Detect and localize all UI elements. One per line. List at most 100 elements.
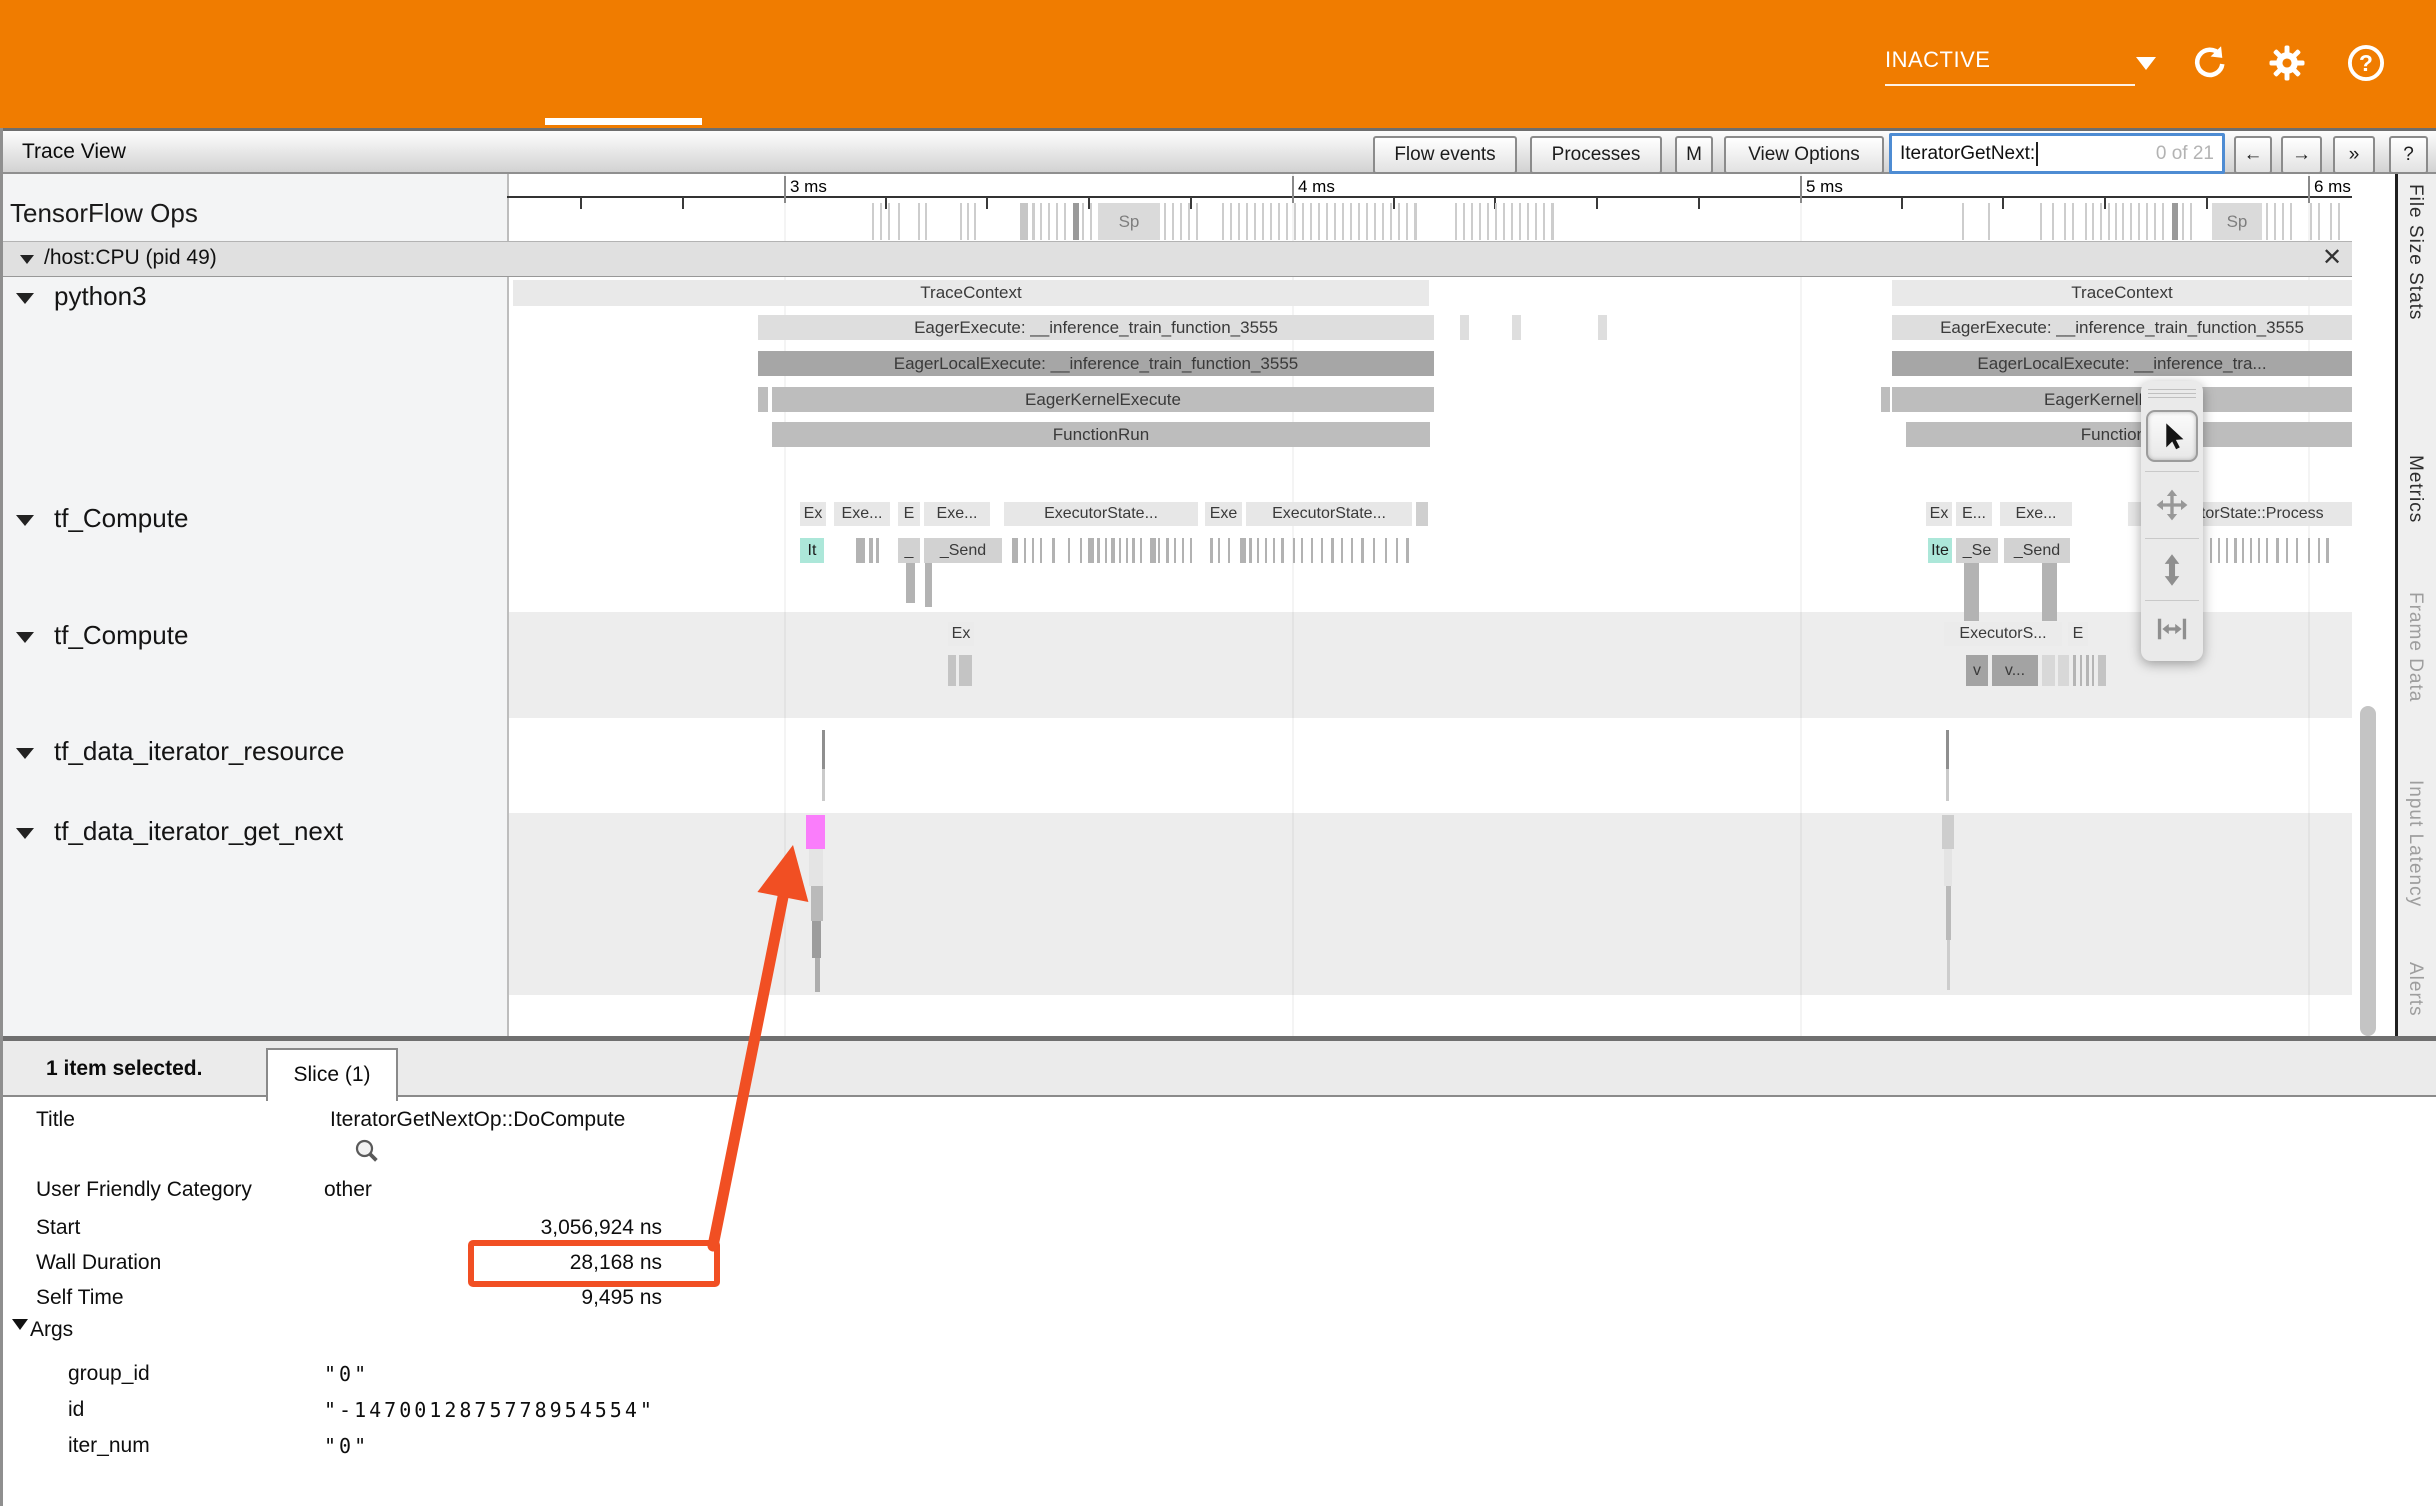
trace-event-tick[interactable] — [2226, 538, 2228, 563]
trace-event-tick[interactable] — [1455, 203, 1457, 240]
trace-event-tick[interactable] — [1374, 203, 1376, 240]
collapse-triangle-icon[interactable] — [20, 255, 34, 271]
trace-event-tick[interactable] — [1088, 538, 1094, 563]
trace-event-bar[interactable] — [1944, 849, 1952, 886]
trace-event-tick[interactable] — [1190, 538, 1192, 563]
track-label-iterator-resource[interactable]: tf_data_iterator_resource — [54, 736, 345, 767]
trace-event-tick[interactable] — [2276, 538, 2279, 563]
trace-event-tick[interactable] — [1414, 203, 1417, 240]
trace-event-tick[interactable] — [1150, 538, 1156, 563]
trace-event-tick[interactable] — [925, 203, 927, 240]
trace-event-tick[interactable] — [1126, 538, 1128, 563]
trace-event-bar[interactable]: Sp — [2212, 203, 2262, 240]
trace-event-tick[interactable] — [1406, 203, 1408, 240]
trace-event-bar[interactable] — [1460, 315, 1469, 340]
trace-event-tick[interactable] — [974, 203, 976, 240]
trace-event-tick[interactable] — [2338, 203, 2340, 240]
trace-event-tick[interactable] — [1238, 203, 1240, 240]
trace-event-bar[interactable] — [856, 538, 865, 563]
trace-event-tick[interactable] — [2282, 203, 2284, 240]
trace-event-tick[interactable] — [1222, 203, 1224, 240]
trace-event-tick[interactable] — [2310, 203, 2312, 240]
trace-event-tick[interactable] — [1278, 203, 1280, 240]
trace-event-tick[interactable] — [1331, 538, 1334, 563]
trace-event-bar[interactable]: EagerKernelExecute — [1892, 387, 2352, 412]
trace-event-bar[interactable] — [822, 769, 825, 801]
trace-event-tick[interactable] — [1228, 538, 1230, 563]
trace-event-tick[interactable] — [1230, 203, 1232, 240]
trace-event-bar[interactable]: ExecutorState... — [1246, 502, 1412, 526]
trace-event-tick[interactable] — [2250, 538, 2252, 563]
close-icon[interactable]: ✕ — [2322, 243, 2342, 272]
trace-event-tick[interactable] — [2182, 203, 2184, 240]
tab-slice[interactable]: Slice (1) — [266, 1048, 398, 1101]
trace-event-tick[interactable] — [1310, 203, 1312, 240]
trace-event-tick[interactable] — [2296, 538, 2298, 563]
trace-event-tick[interactable] — [898, 203, 900, 240]
trace-event-bar[interactable] — [1881, 387, 1890, 412]
sidebar-tab-input-latency[interactable]: Input Latency — [2404, 780, 2426, 907]
trace-event-tick[interactable] — [1479, 203, 1481, 240]
trace-event-bar[interactable] — [2086, 655, 2089, 686]
trace-event-bar[interactable] — [1512, 315, 1521, 340]
trace-event-tick[interactable] — [1342, 203, 1344, 240]
trace-event-tick[interactable] — [1249, 538, 1252, 563]
trace-event-tick[interactable] — [2064, 203, 2066, 240]
trace-event-bar[interactable]: EagerLocalExecute: __inference_tra... — [1892, 351, 2352, 376]
trace-event-tick[interactable] — [2258, 538, 2260, 563]
trace-event-tick[interactable] — [1032, 538, 1034, 563]
trace-event-tick[interactable] — [2154, 203, 2156, 240]
trace-event-tick[interactable] — [1032, 203, 1035, 240]
trace-event-bar[interactable] — [2073, 655, 2076, 686]
trace-event-bar[interactable] — [876, 538, 879, 563]
process-header-row[interactable] — [0, 241, 2352, 277]
trace-event-bar[interactable]: Ex — [800, 502, 826, 526]
trace-event-tick[interactable] — [1246, 203, 1248, 240]
trace-event-tick[interactable] — [1012, 538, 1018, 563]
trace-event-bar[interactable] — [948, 655, 956, 686]
trace-event-tick[interactable] — [1180, 203, 1182, 240]
trace-event-tick[interactable] — [2274, 203, 2276, 240]
trace-event-bar[interactable]: Sp — [1098, 203, 1160, 240]
trace-event-tick[interactable] — [1495, 203, 1497, 240]
trace-event-tick[interactable] — [2122, 203, 2124, 240]
trace-event-tick[interactable] — [2234, 538, 2237, 563]
search-help-button[interactable]: ? — [2389, 136, 2428, 174]
trace-event-bar[interactable]: EagerExecute: __inference_train_function… — [1892, 315, 2352, 340]
trace-event-tick[interactable] — [1082, 203, 1084, 240]
trace-event-tick[interactable] — [1164, 203, 1166, 240]
refresh-icon[interactable] — [2188, 42, 2230, 84]
trace-event-tick[interactable] — [1487, 203, 1489, 240]
trace-event-tick[interactable] — [2108, 203, 2110, 240]
trace-event-tick[interactable] — [1519, 203, 1521, 240]
trace-event-tick[interactable] — [1111, 538, 1115, 563]
trace-event-tick[interactable] — [2138, 203, 2140, 240]
trace-event-tick[interactable] — [1281, 538, 1284, 563]
trace-event-bar[interactable] — [1416, 502, 1428, 526]
trace-event-tick[interactable] — [872, 203, 874, 240]
trace-event-tick[interactable] — [1294, 203, 1296, 240]
trace-event-bar[interactable]: Ex — [1926, 502, 1952, 526]
trace-event-bar[interactable] — [2092, 655, 2094, 686]
trace-event-tick[interactable] — [2162, 203, 2164, 240]
trace-event-bar[interactable] — [2042, 655, 2055, 686]
trace-event-tick[interactable] — [1020, 203, 1028, 240]
trace-event-tick[interactable] — [1396, 538, 1398, 563]
trace-event-tick[interactable] — [2218, 538, 2220, 563]
trace-event-tick[interactable] — [1286, 203, 1288, 240]
trace-event-bar[interactable]: _ — [898, 538, 920, 563]
trace-event-bar[interactable]: FunctionRun — [1906, 422, 2352, 447]
trace-event-tick[interactable] — [1188, 203, 1190, 240]
trace-event-tick[interactable] — [2330, 203, 2332, 240]
trace-event-tick[interactable] — [1196, 203, 1198, 240]
trace-event-tick[interactable] — [1254, 203, 1256, 240]
selection-tool-button[interactable] — [2141, 402, 2203, 470]
trace-event-bar[interactable] — [811, 886, 823, 921]
trace-event-tick[interactable] — [1240, 538, 1246, 563]
trace-event-tick[interactable] — [1471, 203, 1473, 240]
trace-event-tick[interactable] — [1056, 203, 1058, 240]
trace-event-bar[interactable]: Exe — [1205, 502, 1242, 526]
gear-icon[interactable] — [2266, 42, 2308, 84]
m-button[interactable]: M — [1675, 136, 1713, 174]
trace-event-tick[interactable] — [2286, 538, 2288, 563]
